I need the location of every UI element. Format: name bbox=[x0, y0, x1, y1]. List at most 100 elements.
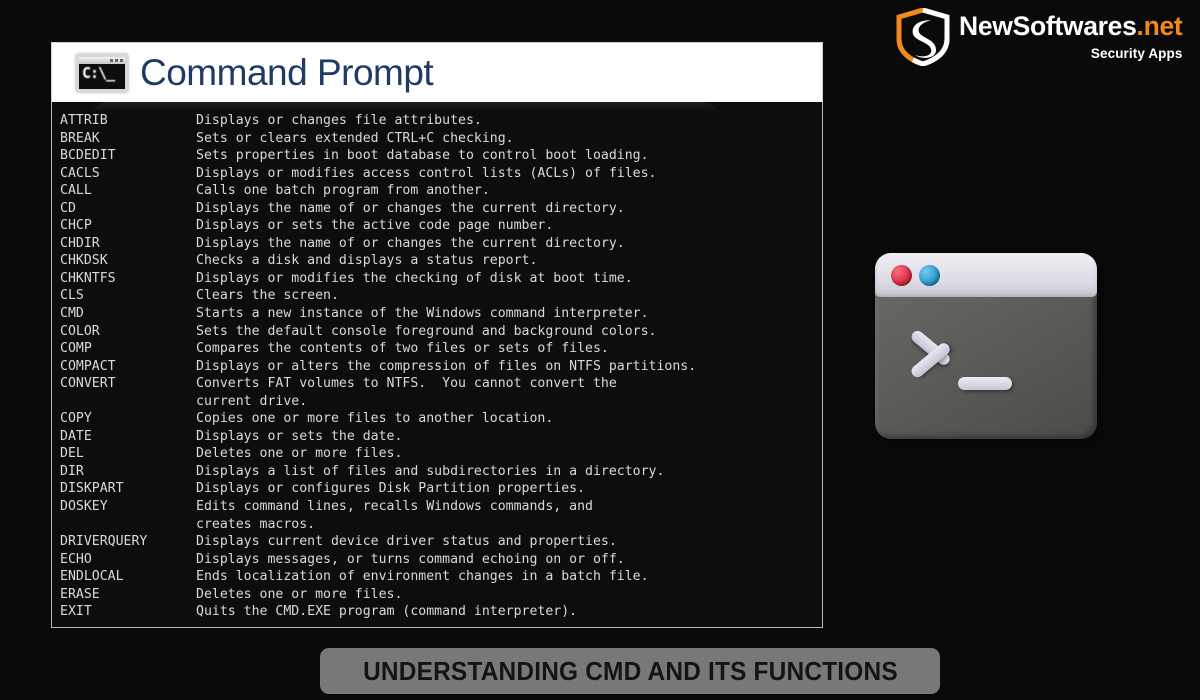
cmd-line-command: COLOR bbox=[60, 323, 100, 339]
cmd-line-description: Deletes one or more files. bbox=[196, 586, 403, 602]
cmd-line-row: BREAK Sets or clears extended CTRL+C chec… bbox=[60, 130, 822, 148]
terminal-icon-chevron-glyph bbox=[909, 323, 965, 380]
cmd-line-description: Displays the name of or changes the curr… bbox=[196, 200, 625, 216]
cmd-line-command: CHDIR bbox=[60, 235, 100, 251]
cmd-line-description: Copies one or more files to another loca… bbox=[196, 411, 554, 427]
cmd-line-row: ATTRIB Displays or changes file attribute… bbox=[60, 112, 822, 130]
cmd-line-command: CHKNTFS bbox=[60, 270, 116, 286]
cmd-line-description: Displays or sets the date. bbox=[196, 428, 403, 444]
cmd-line-command: CALL bbox=[60, 183, 92, 199]
cmd-line-row: COLOR Sets the default console foreground… bbox=[60, 323, 822, 341]
cmd-line-description: Deletes one or more files. bbox=[196, 446, 403, 462]
cmd-line-command: CHCP bbox=[60, 218, 92, 234]
cmd-line-description: Displays or modifies the checking of dis… bbox=[196, 270, 633, 286]
terminal-icon-blue-dot bbox=[919, 265, 940, 286]
cmd-line-row: CACLS Displays or modifies access control… bbox=[60, 165, 822, 183]
cmd-line-row: DEL Deletes one or more files. bbox=[60, 445, 822, 463]
cmd-line-command: CMD bbox=[60, 306, 84, 322]
cmd-line-row: EXIT Quits the CMD.EXE program (command i… bbox=[60, 603, 822, 621]
cmd-line-row: COMP Compares the contents of two files o… bbox=[60, 340, 822, 358]
cmd-icon-minibar bbox=[79, 56, 125, 64]
cmd-line-command: ATTRIB bbox=[60, 113, 108, 128]
cmd-line-description: Displays a list of files and subdirector… bbox=[196, 463, 665, 479]
cmd-line-command: DRIVERQUERY bbox=[60, 534, 148, 550]
cmd-line-description: Compares the contents of two files or se… bbox=[196, 341, 609, 357]
cmd-line-command: DEL bbox=[60, 446, 84, 462]
cmd-line-description: Checks a disk and displays a status repo… bbox=[196, 253, 538, 269]
cmd-titlebar: C:\_ Command Prompt bbox=[51, 42, 823, 102]
cmd-line-command: CACLS bbox=[60, 165, 100, 181]
cmd-line-row: DOSKEY Edits command lines, recalls Windo… bbox=[60, 498, 822, 516]
brand-tagline: Security Apps bbox=[1090, 45, 1183, 61]
cmd-line-command: DOSKEY bbox=[60, 499, 108, 515]
cmd-line-command: CLS bbox=[60, 288, 84, 304]
cmd-icon-prompt-text: C:\_ bbox=[82, 63, 115, 82]
cmd-window-title: Command Prompt bbox=[140, 52, 434, 93]
cmd-line-command: CONVERT bbox=[60, 376, 116, 392]
cmd-line-command: EXIT bbox=[60, 604, 92, 620]
cmd-line-row: DIR Displays a list of files and subdirec… bbox=[60, 463, 822, 481]
cmd-line-description: Displays current device driver status an… bbox=[196, 534, 617, 550]
cmd-line-row: CHKNTFS Displays or modifies the checking… bbox=[60, 270, 822, 288]
brand-text: NewSoftwares.net Security Apps bbox=[959, 8, 1183, 61]
cmd-line-command: ERASE bbox=[60, 586, 100, 602]
cmd-line-command: CD bbox=[60, 200, 76, 216]
cmd-window-icon: C:\_ bbox=[76, 53, 128, 92]
cmd-line-row: COMPACT Displays or alters the compressio… bbox=[60, 358, 822, 376]
cmd-line-row: CHCP Displays or sets the active code pag… bbox=[60, 217, 822, 235]
cmd-line-command: BCDEDIT bbox=[60, 148, 116, 164]
cmd-line-row: CD Displays the name of or changes the cu… bbox=[60, 200, 822, 218]
cmd-line-description: Displays or changes file attributes. bbox=[196, 113, 482, 128]
terminal-icon-red-dot bbox=[891, 265, 912, 286]
cmd-line-description: Edits command lines, recalls Windows com… bbox=[196, 499, 593, 515]
cmd-line-description: Displays the name of or changes the curr… bbox=[196, 235, 625, 251]
cmd-line-command: ENDLOCAL bbox=[60, 569, 124, 585]
brand-name-primary: NewSoftwares bbox=[959, 11, 1137, 41]
cmd-line-description: Displays or sets the active code page nu… bbox=[196, 218, 554, 234]
shield-logo-icon bbox=[895, 7, 951, 67]
cmd-line-command: COPY bbox=[60, 411, 92, 427]
cmd-line-description: Clears the screen. bbox=[196, 288, 339, 304]
cmd-line-row: CALL Calls one batch program from another… bbox=[60, 182, 822, 200]
cmd-line-row: COPY Copies one or more files to another … bbox=[60, 410, 822, 428]
cmd-line-command: DATE bbox=[60, 428, 92, 444]
command-prompt-window: C:\_ Command Prompt ATTRIB Displays or ch… bbox=[51, 42, 823, 628]
brand-name: NewSoftwares.net bbox=[959, 11, 1183, 41]
cmd-line-description: Displays messages, or turns command echo… bbox=[196, 551, 625, 567]
screenshot-canvas: NewSoftwares.net Security Apps C:\_ Comm… bbox=[0, 0, 1200, 700]
cmd-line-command: DIR bbox=[60, 463, 84, 479]
brand-logo: NewSoftwares.net Security Apps bbox=[895, 7, 1195, 70]
cmd-line-row: CHDIR Displays the name of or changes the… bbox=[60, 235, 822, 253]
cmd-line-description: Calls one batch program from another. bbox=[196, 183, 490, 199]
brand-name-suffix: .net bbox=[1136, 11, 1183, 41]
cmd-line-command: CHKDSK bbox=[60, 253, 108, 269]
cmd-line-row: DRIVERQUERY Displays current device drive… bbox=[60, 533, 822, 551]
cmd-line-row: CONVERT Converts FAT volumes to NTFS. You… bbox=[60, 375, 822, 393]
cmd-line-command: COMPACT bbox=[60, 358, 116, 374]
cmd-line-row: creates macros. bbox=[60, 516, 822, 534]
cmd-line-description: Sets properties in boot database to cont… bbox=[196, 148, 649, 164]
cmd-line-command: COMP bbox=[60, 341, 92, 357]
cmd-line-row: CLS Clears the screen. bbox=[60, 287, 822, 305]
cmd-line-description: Starts a new instance of the Windows com… bbox=[196, 306, 649, 322]
cmd-line-description: Displays or configures Disk Partition pr… bbox=[196, 481, 586, 497]
cmd-line-row: CHKDSK Checks a disk and displays a statu… bbox=[60, 252, 822, 270]
cmd-console-body: ATTRIB Displays or changes file attribute… bbox=[51, 102, 823, 628]
cmd-line-description: Sets the default console foreground and … bbox=[196, 323, 657, 339]
cmd-command-list: ATTRIB Displays or changes file attribute… bbox=[52, 112, 822, 621]
cmd-line-row: current drive. bbox=[60, 393, 822, 411]
cmd-line-command bbox=[60, 393, 196, 411]
cmd-line-row: ERASE Deletes one or more files. bbox=[60, 586, 822, 604]
cmd-line-row: CMD Starts a new instance of the Windows … bbox=[60, 305, 822, 323]
cmd-line-description: Converts FAT volumes to NTFS. You cannot… bbox=[196, 376, 617, 392]
cmd-line-description: Sets or clears extended CTRL+C checking. bbox=[196, 130, 514, 146]
cmd-line-row: BCDEDIT Sets properties in boot database … bbox=[60, 147, 822, 165]
cmd-line-row: ECHO Displays messages, or turns command … bbox=[60, 551, 822, 569]
terminal-icon-underscore-glyph bbox=[958, 377, 1012, 390]
terminal-3d-icon bbox=[875, 253, 1097, 439]
cmd-line-command: ECHO bbox=[60, 551, 92, 567]
cmd-line-description: Displays or modifies access control list… bbox=[196, 165, 657, 181]
cmd-line-row: DATE Displays or sets the date. bbox=[60, 428, 822, 446]
cmd-line-command: BREAK bbox=[60, 130, 100, 146]
cmd-line-row: DISKPART Displays or configures Disk Part… bbox=[60, 480, 822, 498]
